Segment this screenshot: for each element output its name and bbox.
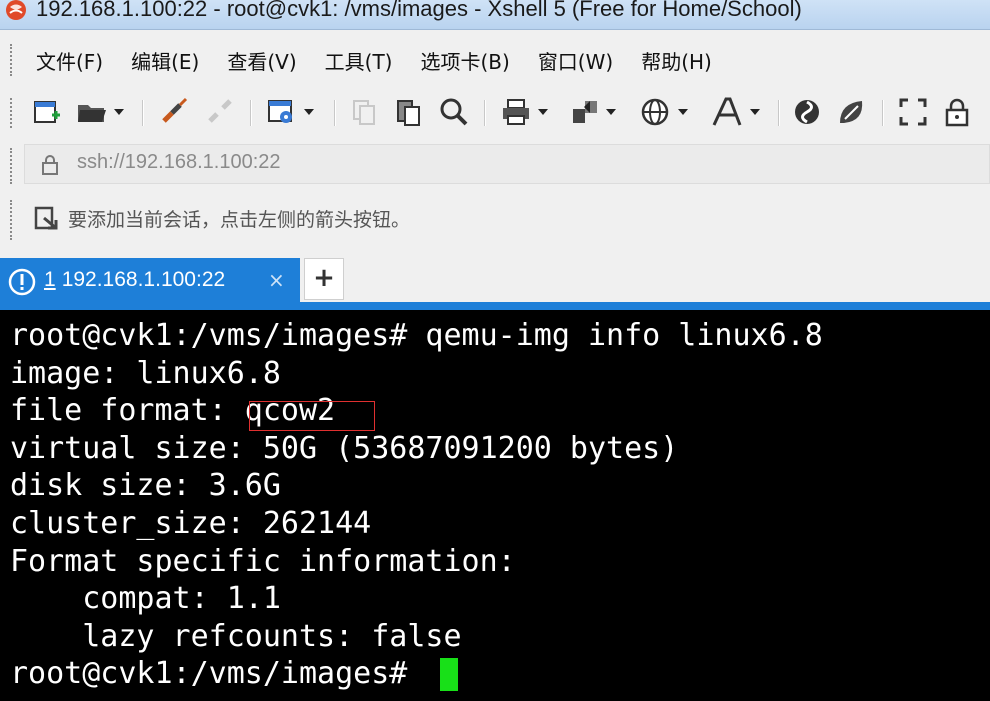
hint-text: 要添加当前会话，点击左侧的箭头按钮。 xyxy=(68,209,411,231)
globe-icon xyxy=(641,98,669,126)
terminal-line: image: linux6.8 xyxy=(10,356,281,391)
xftp-button[interactable] xyxy=(792,96,824,128)
toolbar-separator xyxy=(484,100,486,126)
tab-session-1[interactable]: 1 192.168.1.100:22 × xyxy=(0,258,300,304)
disconnect-button[interactable] xyxy=(204,96,238,128)
menu-help[interactable]: 帮助(H) xyxy=(641,46,712,75)
transfer-icon xyxy=(573,101,597,123)
toolbar xyxy=(0,86,990,138)
terminal-line: cluster_size: 262144 xyxy=(10,506,372,541)
toolbar-grip[interactable] xyxy=(10,98,14,128)
toolbar-separator xyxy=(778,100,780,126)
terminal-line: compat: 1.1 xyxy=(10,581,281,616)
address-field[interactable]: ssh://192.168.1.100:22 xyxy=(24,144,990,184)
disconnect-icon xyxy=(208,99,232,123)
new-session-icon xyxy=(34,101,60,123)
fullscreen-button[interactable] xyxy=(898,96,928,128)
tab-close-icon[interactable]: × xyxy=(268,268,285,292)
terminal-line: root@cvk1:/vms/images# qemu-img info lin… xyxy=(10,318,823,353)
terminal-line: lazy refcounts: false xyxy=(10,619,462,654)
globe-button[interactable] xyxy=(640,96,688,128)
print-dropdown-arrow[interactable] xyxy=(538,109,548,115)
fullscreen-icon xyxy=(899,98,927,126)
paste-icon xyxy=(397,100,420,126)
terminal-output[interactable]: root@cvk1:/vms/images# qemu-img info lin… xyxy=(0,310,990,701)
new-tab-button[interactable]: + xyxy=(304,258,344,300)
open-dropdown-arrow[interactable] xyxy=(114,109,124,115)
add-session-arrow-icon[interactable] xyxy=(34,206,60,232)
paste-button[interactable] xyxy=(394,96,424,128)
address-input[interactable]: ssh://192.168.1.100:22 xyxy=(77,151,281,174)
menu-view[interactable]: 查看(V) xyxy=(227,46,296,75)
menu-edit[interactable]: 编辑(E) xyxy=(131,46,199,75)
tab-label: 1 192.168.1.100:22 xyxy=(44,268,225,292)
find-button[interactable] xyxy=(438,96,470,128)
title-bar: 192.168.1.100:22 - root@cvk1: /vms/image… xyxy=(0,0,990,30)
copy-button[interactable] xyxy=(350,96,380,128)
print-button[interactable] xyxy=(500,96,548,128)
session-hint-bar: 要添加当前会话，点击左侧的箭头按钮。 xyxy=(0,192,990,248)
qcow2-highlight-box xyxy=(249,401,375,431)
properties-icon xyxy=(268,100,292,123)
globe-dropdown-arrow[interactable] xyxy=(678,109,688,115)
menu-tabs[interactable]: 选项卡(B) xyxy=(420,46,509,75)
menu-grip[interactable] xyxy=(10,44,14,76)
font-button[interactable] xyxy=(710,96,760,128)
xmanager-button[interactable] xyxy=(836,96,868,128)
tab-underline xyxy=(0,302,990,310)
toolbar-separator xyxy=(882,100,884,126)
menu-window[interactable]: 窗口(W) xyxy=(538,46,613,75)
xftp-icon xyxy=(795,100,819,124)
tab-bar: 1 192.168.1.100:22 × + xyxy=(0,248,990,304)
open-folder-icon xyxy=(78,105,106,122)
toolbar-separator xyxy=(250,100,252,126)
copy-icon xyxy=(353,100,375,125)
transfer-dropdown-arrow[interactable] xyxy=(606,109,616,115)
tab-host: 192.168.1.100:22 xyxy=(61,268,226,291)
connect-icon xyxy=(162,97,188,123)
lock-icon xyxy=(42,155,58,175)
lock-icon xyxy=(945,98,969,127)
terminal-line: disk size: 3.6G xyxy=(10,468,281,503)
address-bar: ssh://192.168.1.100:22 xyxy=(0,138,990,192)
menu-file[interactable]: 文件(F) xyxy=(36,46,103,75)
tab-number: 1 xyxy=(44,268,56,291)
terminal-line: virtual size: 50G (53687091200 bytes) xyxy=(10,431,679,466)
print-icon xyxy=(503,99,529,125)
xshell-app-icon[interactable] xyxy=(4,0,28,22)
terminal-line: Format specific information: xyxy=(10,544,516,579)
connect-button[interactable] xyxy=(158,96,192,128)
menu-tools[interactable]: 工具(T) xyxy=(325,46,393,75)
terminal-cursor xyxy=(440,658,458,691)
font-dropdown-arrow[interactable] xyxy=(750,109,760,115)
properties-button[interactable] xyxy=(266,96,314,128)
toolbar-separator xyxy=(142,100,144,126)
new-session-button[interactable] xyxy=(32,96,62,128)
transfer-button[interactable] xyxy=(570,96,616,128)
toolbar-separator xyxy=(334,100,336,126)
menu-bar: 文件(F) 编辑(E) 查看(V) 工具(T) 选项卡(B) 窗口(W) 帮助(… xyxy=(0,30,990,86)
window-title: 192.168.1.100:22 - root@cvk1: /vms/image… xyxy=(36,0,802,21)
alert-icon xyxy=(8,268,36,296)
lock-button[interactable] xyxy=(942,96,972,128)
terminal-prompt: root@cvk1:/vms/images# xyxy=(10,656,426,691)
hint-grip[interactable] xyxy=(10,200,14,240)
xmanager-icon xyxy=(840,101,863,123)
find-icon xyxy=(440,98,468,126)
open-button[interactable] xyxy=(76,96,124,128)
address-grip[interactable] xyxy=(10,148,14,184)
properties-dropdown-arrow[interactable] xyxy=(304,109,314,115)
font-icon xyxy=(712,97,742,126)
